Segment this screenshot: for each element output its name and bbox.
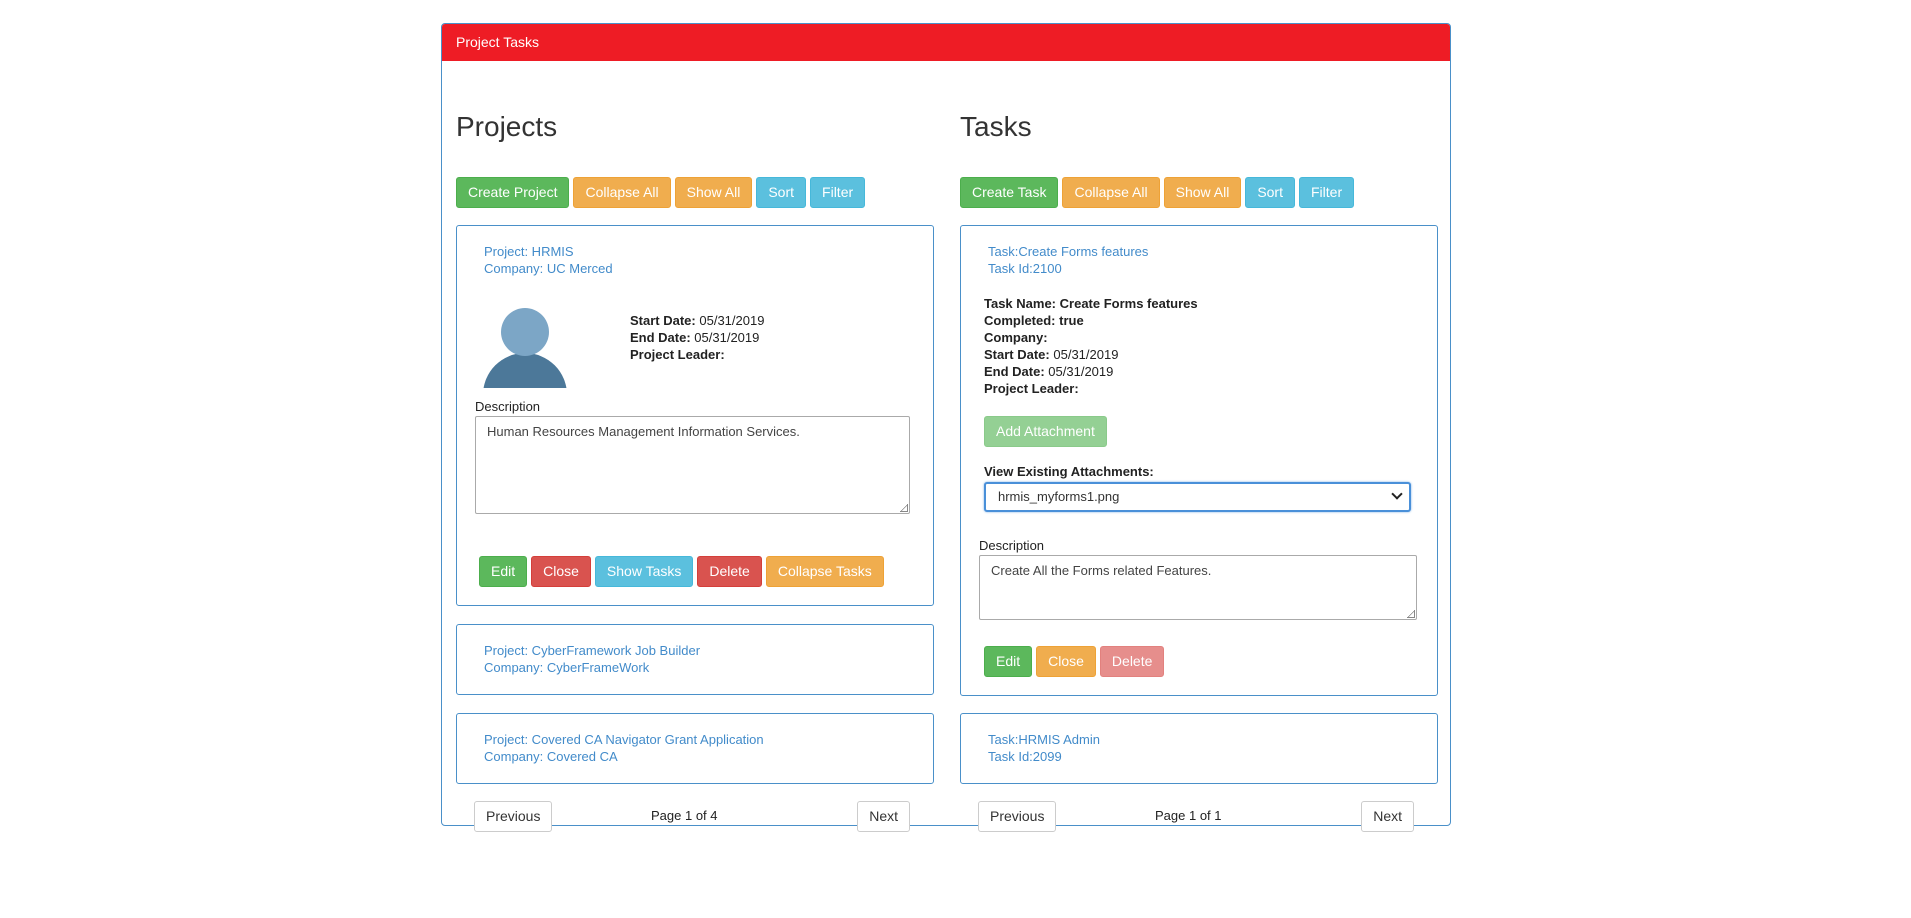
projects-toolbar: Create Project Collapse All Show All Sor… <box>456 177 866 208</box>
description-label: Description <box>979 538 1045 553</box>
show-tasks-button[interactable]: Show Tasks <box>594 556 694 587</box>
task-description-textarea[interactable]: Create All the Forms related Features. <box>979 555 1417 620</box>
project-card-expanded: Project: HRMIS Company: UC Merced Start … <box>456 225 934 606</box>
user-avatar-icon <box>483 308 567 388</box>
attachments-select[interactable]: hrmis_myforms1.png <box>984 482 1411 512</box>
start-date-value: 05/31/2019 <box>1053 347 1119 362</box>
panel-title: Project Tasks <box>442 24 1450 61</box>
project-leader-label: Project Leader: <box>984 381 1079 396</box>
create-task-button[interactable]: Create Task <box>960 177 1059 208</box>
company-label: Company: <box>984 330 1048 345</box>
project-tasks-panel: Project Tasks Projects Create Project Co… <box>441 23 1451 832</box>
task-name-value: Create Forms features <box>1059 296 1198 311</box>
task-name-label: Task Name: <box>984 296 1057 311</box>
tasks-show-all-button[interactable]: Show All <box>1163 177 1242 208</box>
attachments-label: View Existing Attachments: <box>984 464 1154 479</box>
projects-show-all-button[interactable]: Show All <box>674 177 753 208</box>
projects-collapse-all-button[interactable]: Collapse All <box>573 177 671 208</box>
project-edit-button[interactable]: Edit <box>479 556 528 587</box>
project-company[interactable]: Company: CyberFrameWork <box>484 659 700 676</box>
tasks-pagination: Previous Page 1 of 1 Next <box>960 801 1438 832</box>
project-card-collapsed[interactable]: Project: CyberFramework Job Builder Comp… <box>456 624 934 695</box>
projects-pagination: Previous Page 1 of 4 Next <box>456 801 934 832</box>
add-attachment-button[interactable]: Add Attachment <box>984 416 1107 447</box>
task-actions: Edit Close Delete <box>984 646 1165 677</box>
tasks-next-button[interactable]: Next <box>1361 801 1414 832</box>
project-card-collapsed[interactable]: Project: Covered CA Navigator Grant Appl… <box>456 713 934 784</box>
project-title-link[interactable]: Project: HRMIS Company: UC Merced <box>484 243 613 277</box>
project-description-textarea[interactable]: Human Resources Management Information S… <box>475 416 910 514</box>
task-title-link[interactable]: Task:HRMIS Admin Task Id:2099 <box>988 731 1100 765</box>
task-id[interactable]: Task Id:2099 <box>988 748 1100 765</box>
tasks-filter-button[interactable]: Filter <box>1299 177 1355 208</box>
task-card-collapsed[interactable]: Task:HRMIS Admin Task Id:2099 <box>960 713 1438 784</box>
project-title-link[interactable]: Project: Covered CA Navigator Grant Appl… <box>484 731 764 765</box>
start-date-label: Start Date: <box>630 313 696 328</box>
task-close-button[interactable]: Close <box>1036 646 1096 677</box>
project-name[interactable]: Project: Covered CA Navigator Grant Appl… <box>484 731 764 748</box>
projects-sort-button[interactable]: Sort <box>756 177 807 208</box>
projects-filter-button[interactable]: Filter <box>810 177 866 208</box>
project-name[interactable]: Project: HRMIS <box>484 243 613 260</box>
project-title-link[interactable]: Project: CyberFramework Job Builder Comp… <box>484 642 700 676</box>
task-name-link[interactable]: Task:Create Forms features <box>988 243 1148 260</box>
project-leader-label: Project Leader: <box>630 347 725 362</box>
task-description-text: Create All the Forms related Features. <box>991 563 1212 578</box>
task-name-link[interactable]: Task:HRMIS Admin <box>988 731 1100 748</box>
projects-heading: Projects <box>456 111 558 142</box>
collapse-tasks-button[interactable]: Collapse Tasks <box>765 556 884 587</box>
create-project-button[interactable]: Create Project <box>456 177 570 208</box>
task-id[interactable]: Task Id:2100 <box>988 260 1148 277</box>
task-details: Task Name: Create Forms features Complet… <box>984 295 1198 397</box>
project-actions: Edit Close Show Tasks Delete Collapse Ta… <box>479 556 884 587</box>
project-dates: Start Date: 05/31/2019 End Date: 05/31/2… <box>630 312 764 363</box>
end-date-value: 05/31/2019 <box>1048 364 1114 379</box>
project-company[interactable]: Company: UC Merced <box>484 260 613 277</box>
project-close-button[interactable]: Close <box>531 556 591 587</box>
projects-next-button[interactable]: Next <box>857 801 910 832</box>
tasks-toolbar: Create Task Collapse All Show All Sort F… <box>960 177 1355 208</box>
tasks-previous-button[interactable]: Previous <box>978 801 1057 832</box>
tasks-page-indicator: Page 1 of 1 <box>1155 808 1222 823</box>
task-delete-button[interactable]: Delete <box>1099 646 1165 677</box>
project-description-text: Human Resources Management Information S… <box>487 424 800 439</box>
start-date-label: Start Date: <box>984 347 1050 362</box>
projects-previous-button[interactable]: Previous <box>474 801 553 832</box>
task-title-link[interactable]: Task:Create Forms features Task Id:2100 <box>988 243 1148 277</box>
attachments-selected-value: hrmis_myforms1.png <box>998 489 1120 504</box>
start-date-value: 05/31/2019 <box>699 313 765 328</box>
resize-handle-icon[interactable] <box>900 504 908 512</box>
completed-value: true <box>1059 313 1084 328</box>
tasks-collapse-all-button[interactable]: Collapse All <box>1062 177 1160 208</box>
chevron-down-icon <box>1391 488 1403 500</box>
resize-handle-icon[interactable] <box>1407 610 1415 618</box>
end-date-label: End Date: <box>630 330 691 345</box>
description-label: Description <box>475 399 541 414</box>
task-edit-button[interactable]: Edit <box>984 646 1033 677</box>
end-date-value: 05/31/2019 <box>694 330 760 345</box>
tasks-heading: Tasks <box>960 111 1032 142</box>
completed-label: Completed: <box>984 313 1056 328</box>
task-card-expanded: Task:Create Forms features Task Id:2100 … <box>960 225 1438 696</box>
projects-page-indicator: Page 1 of 4 <box>651 808 718 823</box>
project-delete-button[interactable]: Delete <box>697 556 762 587</box>
end-date-label: End Date: <box>984 364 1045 379</box>
project-name[interactable]: Project: CyberFramework Job Builder <box>484 642 700 659</box>
project-company[interactable]: Company: Covered CA <box>484 748 764 765</box>
tasks-sort-button[interactable]: Sort <box>1245 177 1295 208</box>
